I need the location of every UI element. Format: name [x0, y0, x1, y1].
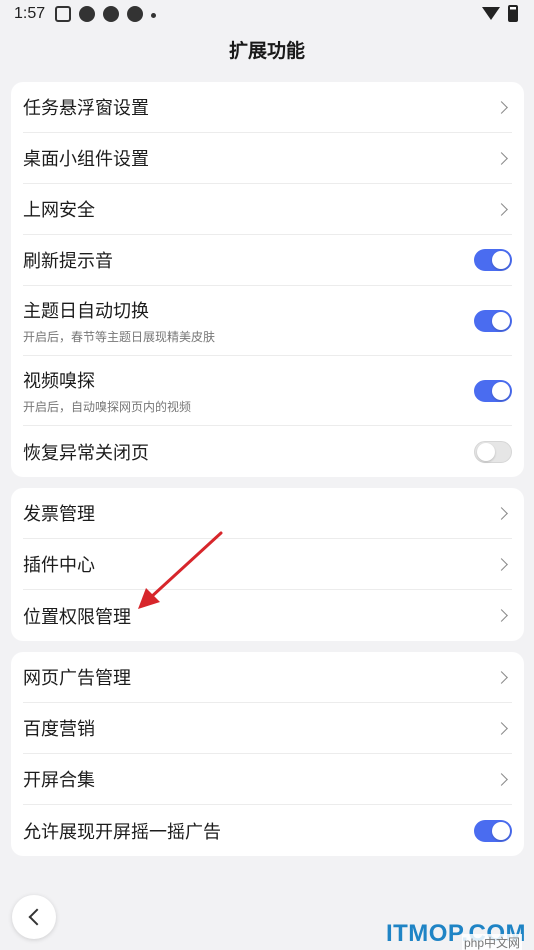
setting-label: 百度营销 [23, 719, 95, 739]
chevron-right-icon [495, 506, 508, 520]
chevron-right-icon [495, 772, 508, 786]
setting-label: 上网安全 [23, 200, 95, 220]
back-arrow-icon [28, 908, 46, 926]
settings-group-management: 发票管理插件中心位置权限管理 [11, 488, 524, 641]
toggle-knob [492, 311, 510, 330]
baidu-notification-icon [55, 6, 72, 22]
setting-label: 发票管理 [23, 504, 95, 524]
toggle-knob [492, 251, 510, 269]
group1-row-5[interactable]: 视频嗅探开启后，自动嗅探网页内的视频 [23, 356, 512, 426]
battery-icon [508, 5, 518, 22]
setting-description: 开启后，自动嗅探网页内的视频 [23, 399, 192, 414]
group2-row-0[interactable]: 发票管理 [23, 488, 512, 539]
toggle-switch[interactable] [474, 440, 512, 463]
setting-description: 开启后，春节等主题日展现精美皮肤 [23, 329, 216, 344]
setting-label: 视频嗅探 [23, 370, 95, 391]
app-notification-icon [103, 6, 120, 22]
chevron-right-icon [495, 609, 508, 622]
setting-label: 插件中心 [23, 555, 95, 575]
chevron-right-icon [495, 557, 508, 571]
chevron-right-icon [495, 151, 508, 165]
weibo-notification-icon [79, 6, 96, 22]
back-button[interactable] [12, 895, 56, 939]
group3-row-3[interactable]: 允许展现开屏摇一摇广告 [23, 805, 512, 856]
setting-label: 任务悬浮窗设置 [23, 98, 149, 118]
chevron-right-icon [495, 100, 508, 114]
toggle-switch[interactable] [474, 379, 512, 402]
group3-row-1[interactable]: 百度营销 [23, 703, 512, 754]
group3-row-2[interactable]: 开屏合集 [23, 754, 512, 805]
chevron-right-icon [495, 670, 508, 684]
toggle-switch[interactable] [474, 819, 512, 842]
settings-group-ads: 网页广告管理 百度营销开屏合集允许展现开屏摇一摇广告 [11, 652, 524, 856]
group2-row-2[interactable]: 位置权限管理 [23, 590, 512, 641]
status-time: 1:57 [14, 5, 46, 22]
group1-row-4[interactable]: 主题日自动切换开启后，春节等主题日展现精美皮肤 [23, 286, 512, 356]
setting-label: 恢复异常关闭页 [23, 442, 149, 463]
page-title: 扩展功能 [228, 41, 305, 62]
toggle-knob [492, 821, 510, 840]
setting-label: 网页广告管理 [23, 668, 131, 688]
more-notifications-dot-icon [151, 12, 157, 18]
wifi-icon [482, 7, 500, 20]
group3-row-0[interactable]: 网页广告管理 [23, 652, 512, 703]
watermark: ITMOP.COM php中文网 [386, 920, 526, 950]
group1-row-3[interactable]: 刷新提示音 [23, 235, 512, 286]
setting-label: 主题日自动切换 [23, 300, 149, 321]
toggle-switch[interactable] [474, 249, 512, 271]
setting-label: 刷新提示音 [23, 251, 113, 271]
app-notification-icon-2 [127, 6, 144, 22]
toggle-knob [477, 442, 495, 461]
setting-label: 桌面小组件设置 [23, 149, 149, 169]
chevron-right-icon [495, 202, 508, 216]
group1-row-0[interactable]: 任务悬浮窗设置 [23, 82, 512, 133]
settings-group-general: 任务悬浮窗设置 桌面小组件设置 上网安全刷新提示音主题日自动切换开启后，春节等主题日… [11, 82, 524, 477]
setting-label: 允许展现开屏摇一摇广告 [23, 821, 221, 842]
toggle-knob [492, 381, 510, 400]
group1-row-6[interactable]: 恢复异常关闭页 [23, 426, 512, 477]
group1-row-1[interactable]: 桌面小组件设置 [23, 133, 512, 184]
status-bar: 1:57 [0, 0, 534, 28]
chevron-right-icon [495, 721, 508, 735]
setting-label: 位置权限管理 [23, 606, 131, 627]
setting-label: 开屏合集 [23, 770, 95, 790]
group1-row-2[interactable]: 上网安全 [23, 184, 512, 235]
toggle-switch[interactable] [474, 309, 512, 332]
group2-row-1[interactable]: 插件中心 [23, 539, 512, 590]
watermark-small: php中文网 [461, 934, 522, 950]
